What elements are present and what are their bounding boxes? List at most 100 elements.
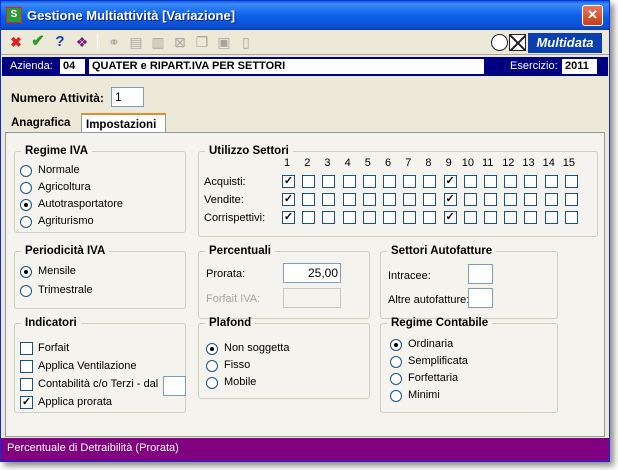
settore-checkbox[interactable] [504, 175, 518, 188]
settore-checkbox[interactable]: ✓ [443, 175, 457, 188]
plafond-radio-0[interactable] [206, 343, 218, 355]
settore-checkbox[interactable]: ✓ [282, 193, 295, 206]
settore-checkbox[interactable] [403, 211, 417, 224]
plafond-radio-2[interactable] [206, 377, 218, 389]
settore-checkbox[interactable]: ✓ [282, 175, 295, 188]
settore-checkbox[interactable]: ✓ [443, 193, 457, 206]
settore-checkbox[interactable] [564, 193, 578, 206]
main-window: S Gestione Multiattività [Variazione] ✕ … [0, 0, 610, 462]
tab-impostazioni[interactable]: Impostazioni [81, 113, 166, 133]
settore-checkbox[interactable] [322, 211, 336, 224]
new-document-icon[interactable]: ▯ [237, 33, 255, 51]
indicatore-label: Contabilità c/o Terzi - dal [38, 378, 159, 390]
altre-autofatture-input[interactable] [468, 288, 493, 308]
settore-checkbox[interactable] [362, 193, 376, 206]
settore-checkbox[interactable] [463, 211, 477, 224]
confirm-check-icon[interactable]: ✔ [29, 33, 47, 51]
regime-iva-option-label: Agriturismo [38, 215, 94, 227]
settore-checkbox[interactable] [362, 175, 376, 188]
settore-checkbox[interactable] [564, 175, 578, 188]
binoculars-icon[interactable]: ⚭ [105, 33, 123, 51]
settore-checkbox[interactable] [383, 211, 396, 224]
settore-checkbox[interactable] [524, 193, 538, 206]
azienda-code: 04 [60, 59, 85, 74]
close-window-button[interactable]: ✕ [582, 5, 603, 26]
print-icon[interactable]: ▤ [127, 33, 145, 51]
regime-contabile-radio-1[interactable] [390, 356, 402, 368]
intracee-input[interactable] [468, 264, 493, 284]
cancel-document-icon[interactable]: ⊠ [171, 33, 189, 51]
book-icon[interactable]: ❖ [73, 33, 91, 51]
settore-checkbox[interactable] [544, 211, 558, 224]
settore-checkbox[interactable] [302, 193, 316, 206]
settore-checkbox[interactable] [342, 193, 356, 206]
regime-contabile-radio-3[interactable] [390, 390, 402, 402]
regime-iva-radio-1[interactable] [20, 182, 32, 194]
numero-attivita-input[interactable]: 1 [111, 87, 144, 107]
settore-checkbox[interactable] [423, 193, 437, 206]
regime-contabile-option-label: Minimi [408, 389, 440, 401]
print-preview-icon[interactable]: ▥ [149, 33, 167, 51]
settore-checkbox[interactable]: ✓ [443, 211, 457, 224]
periodicita-iva-title: Periodicità IVA [25, 245, 106, 257]
regime-contabile-option-label: Forfettaria [408, 372, 459, 384]
settore-checkbox[interactable] [383, 175, 396, 188]
logo-cross-icon [509, 34, 526, 51]
settore-checkbox[interactable] [463, 175, 477, 188]
settore-checkbox[interactable] [302, 211, 316, 224]
regime-iva-radio-2[interactable] [20, 199, 32, 211]
forfait-iva-input[interactable] [283, 288, 341, 308]
settore-column-header: 9 [445, 157, 452, 169]
copy-icon[interactable]: ❐ [193, 33, 211, 51]
periodicita-radio-1[interactable] [20, 285, 32, 297]
settore-checkbox[interactable] [544, 193, 558, 206]
periodicita-radio-0[interactable] [20, 266, 32, 278]
regime-contabile-radio-2[interactable] [390, 373, 402, 385]
indicatore-checkbox-2[interactable] [20, 378, 33, 391]
settore-checkbox[interactable] [302, 175, 316, 188]
impostazioni-panel: Regime IVA Utilizzo Settori Periodicità … [5, 132, 605, 437]
settore-checkbox[interactable] [484, 211, 497, 224]
settore-checkbox[interactable] [524, 175, 538, 188]
close-red-x-icon[interactable]: ✖ [7, 33, 25, 51]
help-question-icon[interactable]: ? [51, 33, 69, 51]
settore-checkbox[interactable] [564, 211, 578, 224]
plafond-option-label: Mobile [224, 376, 257, 388]
regime-iva-option-label: Autotrasportatore [38, 198, 123, 210]
settore-checkbox[interactable] [524, 211, 538, 224]
settore-checkbox[interactable] [342, 211, 356, 224]
plafond-radio-1[interactable] [206, 360, 218, 372]
regime-contabile-radio-0[interactable] [390, 339, 402, 351]
plafond-title: Plafond [209, 317, 252, 329]
settore-checkbox[interactable] [484, 193, 497, 206]
settore-column-header: 15 [562, 157, 576, 169]
indicatore-checkbox-1[interactable] [20, 360, 33, 373]
settore-checkbox[interactable] [322, 193, 336, 206]
settore-checkbox[interactable] [484, 175, 497, 188]
settore-column-header: 14 [542, 157, 555, 169]
indicatore-checkbox-3[interactable]: ✓ [20, 396, 33, 409]
settore-checkbox[interactable] [342, 175, 356, 188]
regime-contabile-title: Regime Contabile [391, 317, 489, 329]
settore-checkbox[interactable] [504, 211, 518, 224]
settore-checkbox[interactable] [544, 175, 558, 188]
indicatore-checkbox-0[interactable] [20, 342, 33, 355]
contabilita-terzi-dal-input[interactable] [163, 376, 186, 396]
settore-checkbox[interactable] [383, 193, 396, 206]
settore-checkbox[interactable] [322, 175, 336, 188]
settore-checkbox[interactable] [504, 193, 518, 206]
regime-iva-radio-3[interactable] [20, 216, 32, 228]
settore-column-header: 2 [304, 157, 311, 169]
tab-anagrafica[interactable]: Anagrafica [7, 113, 79, 133]
settore-checkbox[interactable]: ✓ [282, 211, 295, 224]
settore-column-header: 10 [461, 157, 475, 169]
settore-checkbox[interactable] [362, 211, 376, 224]
settore-checkbox[interactable] [403, 175, 417, 188]
settore-checkbox[interactable] [423, 175, 437, 188]
settore-checkbox[interactable] [423, 211, 437, 224]
paste-icon[interactable]: ▣ [215, 33, 233, 51]
regime-iva-radio-0[interactable] [20, 165, 32, 177]
settore-checkbox[interactable] [463, 193, 477, 206]
prorata-input[interactable]: 25,00 [283, 263, 341, 283]
settore-checkbox[interactable] [403, 193, 417, 206]
